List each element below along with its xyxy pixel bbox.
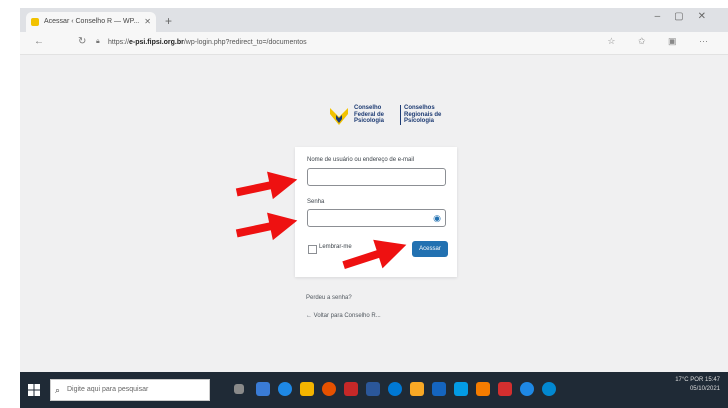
windows-taskbar: ⌕ Digite aqui para pesquisar 17°C POR 15… (20, 372, 728, 408)
site-favicon-icon (31, 18, 39, 26)
url-field[interactable]: https://e-psi.fipsi.org.br/wp-login.php?… (108, 36, 608, 50)
login-page: Conselho Federal de Psicologia Conselhos… (20, 55, 728, 372)
close-tab-icon[interactable]: ✕ (144, 12, 151, 32)
app-icon-circle[interactable] (520, 382, 534, 396)
url-prefix: https:// (108, 39, 130, 46)
annotation-arrow-submit (342, 239, 407, 270)
search-icon: ⌕ (55, 385, 61, 395)
tray-language: POR (690, 377, 704, 383)
site-logo[interactable]: Conselho Federal de Psicologia Conselhos… (328, 103, 441, 133)
browser-toolbar-icons[interactable]: ☆ ✩ ▣ ⋯ (607, 36, 718, 47)
password-label: Senha (307, 199, 325, 205)
show-password-eye-icon[interactable]: ◉ (432, 213, 442, 223)
password-input[interactable]: ◉ (307, 209, 446, 227)
back-to-site-link[interactable]: ← Voltar para Conselho R... (306, 313, 381, 319)
login-submit-button[interactable]: Acessar (412, 241, 448, 257)
tray-time: 15:47 (704, 377, 720, 383)
back-arrow-icon[interactable]: ← (34, 36, 44, 47)
word-icon[interactable] (366, 382, 380, 396)
edge-browser-icon[interactable] (256, 382, 270, 396)
app-icon-red[interactable] (498, 382, 512, 396)
system-tray[interactable]: 17°C POR 15:47 05/10/2021 (675, 376, 720, 394)
tray-weather: 17°C (675, 377, 689, 383)
taskbar-search-input[interactable]: ⌕ Digite aqui para pesquisar (50, 379, 210, 401)
browser-tab[interactable]: Acessar ‹ Conselho R — WP... ✕ (26, 12, 156, 32)
app-icon-edge[interactable] (542, 382, 556, 396)
teams-icon[interactable] (432, 382, 446, 396)
outlook-icon[interactable] (388, 382, 402, 396)
reload-icon[interactable]: ↻ (78, 36, 86, 47)
remember-me-checkbox[interactable] (308, 245, 317, 254)
logo-text-regional: Conselhos Regionais de Psicologia (400, 105, 446, 125)
tray-date: 05/10/2021 (689, 386, 720, 392)
taskbar-search-placeholder: Digite aqui para pesquisar (67, 386, 149, 393)
pdf-reader-icon[interactable] (344, 382, 358, 396)
chrome-icon[interactable] (278, 382, 292, 396)
annotation-arrow-username (235, 171, 298, 200)
tab-title: Acessar ‹ Conselho R — WP... (44, 18, 140, 25)
app-icon-orange[interactable] (476, 382, 490, 396)
app-icon-blue[interactable] (454, 382, 468, 396)
task-view-icon[interactable] (234, 384, 244, 394)
lock-icon[interactable]: 🔒︎ (96, 38, 100, 46)
store-icon[interactable] (410, 382, 424, 396)
url-domain: e-psi.fipsi.org.br (129, 39, 184, 46)
file-explorer-icon[interactable] (300, 382, 314, 396)
window-controls[interactable]: –▢✕ (655, 11, 720, 22)
firefox-icon[interactable] (322, 382, 336, 396)
annotation-arrow-password (235, 212, 298, 241)
username-input[interactable] (307, 168, 446, 186)
logo-text-federal: Conselho Federal de Psicologia (354, 105, 385, 124)
logo-mark-icon (330, 108, 348, 125)
browser-tab-bar: Acessar ‹ Conselho R — WP... ✕ + –▢✕ (20, 8, 728, 32)
windows-start-icon[interactable] (28, 384, 40, 396)
username-label: Nome de usuário ou endereço de e-mail (307, 157, 415, 163)
url-path: /wp-login.php?redirect_to=/documentos (183, 39, 307, 46)
lost-password-link[interactable]: Perdeu a senha? (306, 295, 352, 301)
new-tab-button[interactable]: + (165, 14, 172, 28)
address-bar-row: ← ↻ 🔒︎ https://e-psi.fipsi.org.br/wp-log… (20, 32, 728, 55)
